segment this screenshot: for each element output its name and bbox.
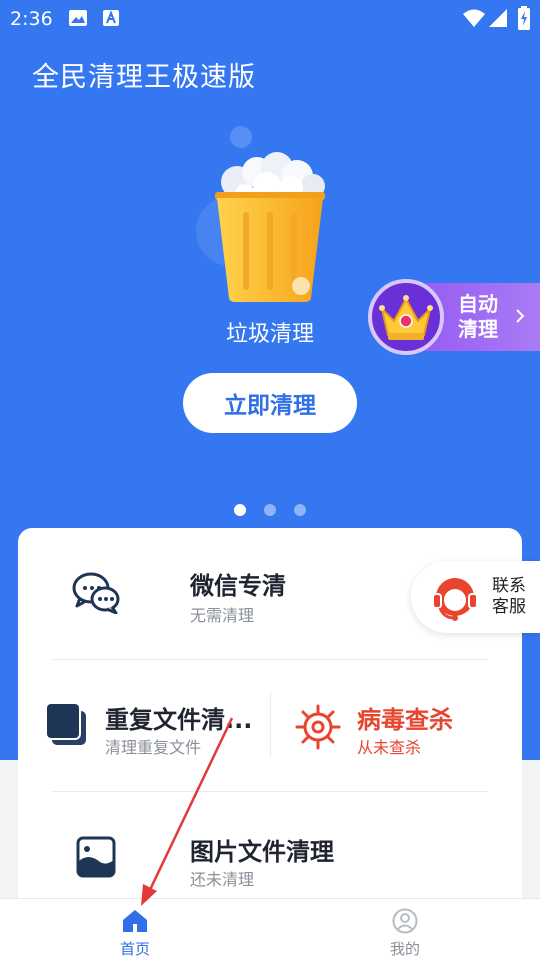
divider — [52, 659, 488, 660]
virus-icon — [295, 704, 341, 754]
image-icon — [68, 9, 88, 32]
signal-icon — [488, 8, 508, 33]
vertical-divider — [270, 692, 271, 758]
photo-files-subtitle: 还未清理 — [190, 870, 255, 889]
chevron-right-icon — [514, 306, 526, 330]
customer-service-label: 联系 客服 — [492, 576, 532, 618]
profile-icon — [392, 908, 418, 938]
status-time: 2:36 — [10, 8, 53, 30]
battery-charging-icon — [518, 6, 530, 35]
carousel-indicator — [234, 504, 306, 516]
carousel-dot[interactable] — [264, 504, 276, 516]
auto-clean-label-line2: 清理 — [458, 317, 498, 341]
duplicate-files-icon — [45, 702, 88, 751]
crown-icon — [368, 279, 444, 355]
duplicate-files-title: 重复文件清... — [105, 706, 253, 734]
clean-now-button[interactable]: 立即清理 — [183, 373, 357, 433]
wifi-icon — [462, 8, 486, 33]
decor-bubble — [230, 126, 252, 148]
customer-service-label-line2: 客服 — [492, 597, 526, 617]
photo-files-title: 图片文件清理 — [190, 838, 334, 866]
bottom-nav — [0, 898, 540, 960]
wechat-clean-subtitle: 无需清理 — [190, 606, 255, 625]
status-bar: 2:36 — [0, 0, 540, 36]
virus-scan-title: 病毒查杀 — [357, 706, 453, 734]
customer-service-label-line1: 联系 — [492, 576, 526, 596]
nav-home-label: 首页 — [119, 940, 150, 958]
wechat-icon — [72, 572, 120, 618]
headset-icon — [430, 574, 480, 628]
auto-clean-label-line1: 自动 — [458, 292, 498, 316]
duplicate-files-subtitle: 清理重复文件 — [105, 738, 202, 757]
home-icon — [122, 908, 148, 938]
app-title: 全民清理王极速版 — [32, 62, 256, 93]
image-file-icon — [76, 836, 116, 882]
nav-mine-label: 我的 — [389, 940, 420, 958]
wechat-clean-title: 微信专清 — [190, 572, 286, 600]
virus-scan-subtitle: 从未查杀 — [357, 738, 422, 757]
carousel-dot[interactable] — [234, 504, 246, 516]
trash-bin-illustration — [205, 150, 335, 310]
divider — [52, 791, 488, 792]
a-app-icon — [102, 9, 120, 32]
auto-clean-label: 自动 清理 — [458, 292, 514, 342]
carousel-dot[interactable] — [294, 504, 306, 516]
